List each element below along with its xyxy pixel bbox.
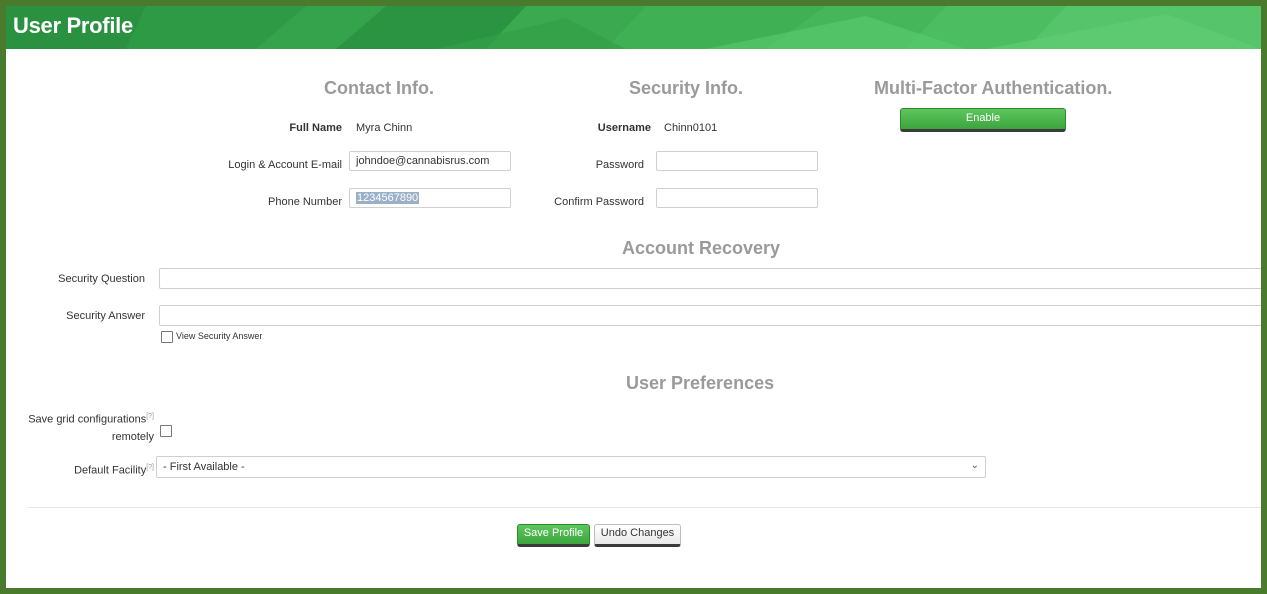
security-answer-field[interactable] (159, 305, 1261, 326)
chevron-down-icon: ⌄ (970, 460, 979, 471)
save-profile-button[interactable]: Save Profile (517, 524, 590, 547)
actions-divider (28, 507, 1261, 508)
save-grid-label-line2: remotely (111, 430, 154, 443)
save-grid-label-line1: Save grid configurations (28, 413, 147, 426)
contact-info-title: Contact Info. (324, 78, 434, 98)
user-profile-window: User Profile Contact Info. Security Info… (6, 6, 1261, 588)
default-facility-label-wrap: Default Facility[?] (36, 464, 154, 477)
mfa-title: Multi-Factor Authentication. (874, 78, 1113, 98)
save-grid-label: Save grid configurations[?] remotely (6, 408, 154, 446)
full-name-label: Full Name (289, 122, 342, 134)
save-grid-remotely-checkbox[interactable] (160, 425, 172, 437)
default-facility-label: Default Facility (74, 464, 147, 477)
security-question-label: Security Question (58, 273, 145, 285)
page-header: User Profile (6, 6, 1261, 49)
confirm-password-label: Confirm Password (554, 196, 644, 208)
page-title: User Profile (13, 13, 133, 38)
security-question-field[interactable] (159, 268, 1261, 289)
header-pattern (6, 6, 1261, 49)
phone-field[interactable]: 1234567890 (349, 188, 511, 208)
phone-value: 1234567890 (356, 192, 420, 204)
username-value: Chinn0101 (664, 122, 718, 134)
default-facility-help-icon[interactable]: [?] (146, 464, 154, 471)
security-answer-label: Security Answer (66, 310, 145, 322)
view-security-answer-label: View Security Answer (176, 331, 263, 341)
email-label: Login & Account E-mail (228, 159, 342, 171)
security-info-title: Security Info. (629, 78, 744, 98)
full-name-value: Myra Chinn (356, 122, 413, 134)
phone-label: Phone Number (268, 196, 342, 208)
password-field[interactable] (656, 151, 818, 171)
password-label: Password (595, 159, 644, 171)
default-facility-select[interactable]: - First Available - ⌄ (156, 456, 986, 478)
email-field[interactable]: johndoe@cannabisrus.com (349, 151, 511, 171)
default-facility-value: - First Available - (163, 461, 245, 473)
undo-changes-button[interactable]: Undo Changes (594, 524, 681, 547)
enable-mfa-button[interactable]: Enable (900, 108, 1066, 132)
view-security-answer-checkbox[interactable] (161, 331, 173, 343)
save-grid-help-icon[interactable]: [?] (146, 413, 154, 420)
account-recovery-title: Account Recovery (622, 238, 781, 258)
user-preferences-title: User Preferences (626, 373, 775, 393)
confirm-password-field[interactable] (656, 188, 818, 208)
username-label: Username (597, 122, 651, 134)
